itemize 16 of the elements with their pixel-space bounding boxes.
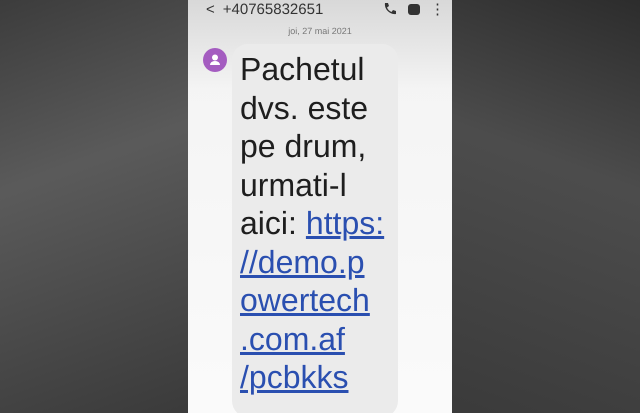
menu-button[interactable]: ⋮ (430, 0, 440, 18)
avatar-icon (203, 48, 227, 72)
phone-icon[interactable] (382, 1, 398, 17)
message-text: urmati-l (240, 166, 347, 204)
message-link[interactable]: /pcbkks (240, 358, 348, 396)
message-link[interactable]: owertech (240, 281, 370, 320)
message-link[interactable]: https: (306, 204, 384, 242)
message-text: Pachetul (240, 50, 365, 88)
message-link[interactable]: //demo.p (240, 242, 365, 281)
contact-number: +40765832651 (222, 0, 324, 18)
message-text: pe drum, (240, 127, 366, 166)
date-label: joi, 27 mai 2021 (287, 26, 353, 36)
message-text: dvs. este (240, 88, 368, 127)
message-text: aici: (240, 204, 297, 242)
message-link[interactable]: .com.af (240, 320, 345, 358)
back-button[interactable]: < (206, 0, 215, 18)
